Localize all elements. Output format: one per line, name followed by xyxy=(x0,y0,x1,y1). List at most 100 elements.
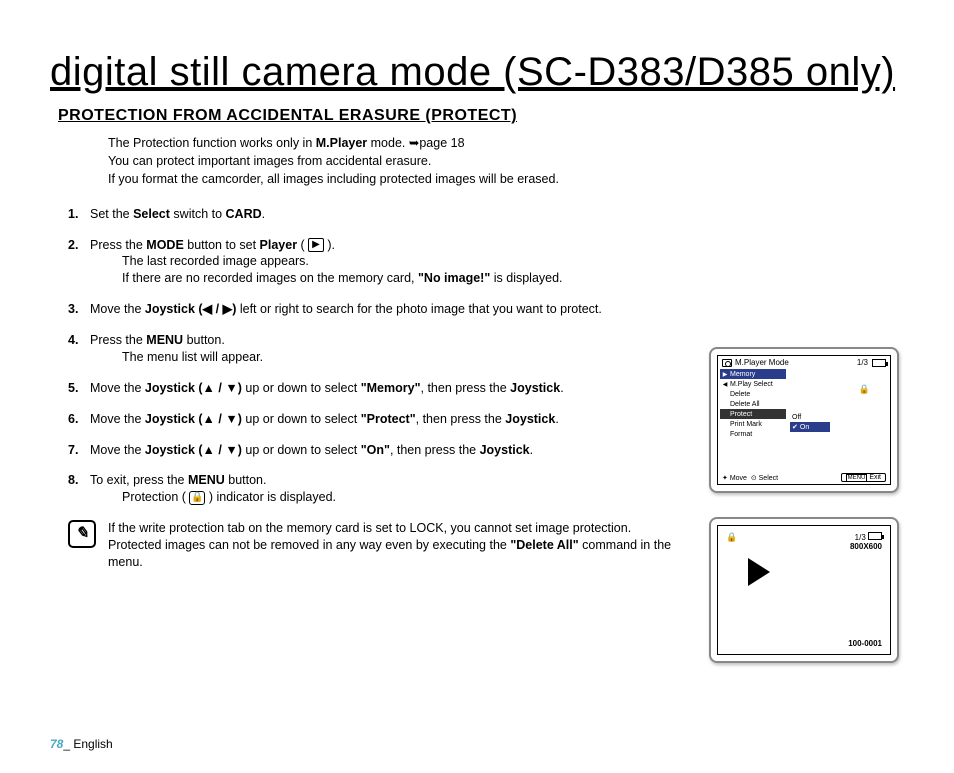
t: Protection ( xyxy=(122,490,189,504)
t: On xyxy=(800,424,809,431)
intro-l1c: mode. xyxy=(367,136,409,150)
t: ( xyxy=(297,238,308,252)
step-4-sub: The menu list will appear. xyxy=(90,349,689,366)
t: Protect xyxy=(730,411,752,418)
page-footer: 78_ English xyxy=(50,737,113,751)
t: button. xyxy=(225,473,267,487)
t: up or down to select xyxy=(242,381,361,395)
menu-item-protect: Protect xyxy=(720,409,786,419)
note-l2: Protected images can not be removed in a… xyxy=(108,537,689,571)
footer-sep: _ xyxy=(63,737,73,751)
lcd-menu-figure: M.Player Mode 1/3 ▶Memory ◀M.Play Select… xyxy=(709,347,899,493)
t: ) indicator is displayed. xyxy=(205,490,336,504)
t: MENU xyxy=(188,473,225,487)
t: Off xyxy=(792,414,801,421)
page-number: 78 xyxy=(50,737,63,751)
t: "No image!" xyxy=(418,271,490,285)
t: CARD xyxy=(226,207,262,221)
section-heading: PROTECTION FROM ACCIDENTAL ERASURE (PROT… xyxy=(50,107,909,125)
footer-lang: English xyxy=(73,737,112,751)
t: . xyxy=(530,443,533,457)
submenu-on: ✔On xyxy=(790,422,830,432)
menu-item-printmark: Print Mark xyxy=(720,419,786,429)
menu-item-deleteall: Delete All xyxy=(720,399,786,409)
menu-item-delete: Delete xyxy=(720,389,786,399)
t: button to set xyxy=(184,238,260,252)
intro-l1a: The Protection function works only in xyxy=(108,136,316,150)
t: Move the xyxy=(90,302,145,316)
step-3: Move the Joystick (◀ / ▶) left or right … xyxy=(68,301,689,318)
lcd1-title: M.Player Mode xyxy=(735,358,789,367)
lcd2-file: 100-0001 xyxy=(848,639,882,648)
t: ). xyxy=(324,238,335,252)
t: Format xyxy=(730,431,752,438)
steps-list: Set the Select switch to CARD. Press the… xyxy=(68,206,689,507)
t: To exit, press the xyxy=(90,473,188,487)
t: Joystick (▲ / ▼) xyxy=(145,443,242,457)
t: "Memory" xyxy=(361,381,421,395)
intro-l3: If you format the camcorder, all images … xyxy=(108,171,689,188)
t: , then press the xyxy=(390,443,480,457)
t: M.Play Select xyxy=(730,381,773,388)
t: "On" xyxy=(361,443,390,457)
t: switch to xyxy=(170,207,226,221)
t: . xyxy=(560,381,563,395)
step-6: Move the Joystick (▲ / ▼) up or down to … xyxy=(68,411,689,428)
t: left or right to search for the photo im… xyxy=(236,302,601,316)
t: Exit xyxy=(869,474,881,481)
t: Press the xyxy=(90,333,146,347)
play-arrow-icon xyxy=(748,558,770,586)
intro-ref: ➥page 18 xyxy=(409,136,465,150)
lock-icon: 🔒 xyxy=(726,532,737,551)
t: MENU xyxy=(146,333,183,347)
lcd-playback-figure: 🔒 1/3 800X600 100-0001 xyxy=(709,517,899,663)
check-icon: ✔ xyxy=(792,423,798,431)
t: Joystick (◀ / ▶) xyxy=(145,302,236,316)
t: up or down to select xyxy=(242,412,361,426)
battery-icon xyxy=(872,359,886,367)
t: "Delete All" xyxy=(510,538,578,552)
t: Select xyxy=(133,207,170,221)
lcd2-counter: 1/3 xyxy=(855,533,866,542)
t: is displayed. xyxy=(490,271,562,285)
t: Memory xyxy=(730,371,755,378)
menu-list: ▶Memory ◀M.Play Select Delete Delete All… xyxy=(718,369,786,439)
t: Move xyxy=(730,475,747,482)
note-icon: ✎ xyxy=(68,520,96,548)
note-l1: If the write protection tab on the memor… xyxy=(108,520,689,537)
battery-icon xyxy=(868,532,882,540)
lcd2-res: 800X600 xyxy=(850,542,882,551)
t: MENU xyxy=(846,474,868,482)
camera-icon xyxy=(722,359,732,367)
step-4: Press the MENU button. The menu list wil… xyxy=(68,332,689,366)
t: Protected images can not be removed in a… xyxy=(108,538,510,552)
t: up or down to select xyxy=(242,443,361,457)
intro-block: The Protection function works only in M.… xyxy=(108,135,689,188)
menu-item-memory: ▶Memory xyxy=(720,369,786,379)
submenu-off: Off xyxy=(790,412,830,422)
step-7: Move the Joystick (▲ / ▼) up or down to … xyxy=(68,442,689,459)
menu-item-mplay: ◀M.Play Select xyxy=(720,379,786,389)
t: Select xyxy=(759,475,778,482)
t: Player xyxy=(260,238,298,252)
menu-exit-button: MENUExit xyxy=(841,473,886,482)
t: Move the xyxy=(90,443,145,457)
t: MODE xyxy=(146,238,184,252)
step-8-sub: Protection ( 🔒 ) indicator is displayed. xyxy=(90,489,689,506)
note-block: ✎ If the write protection tab on the mem… xyxy=(68,520,689,571)
submenu: Off ✔On xyxy=(790,412,830,432)
t: Set the xyxy=(90,207,133,221)
t: Joystick xyxy=(510,381,560,395)
t: Move the xyxy=(90,412,145,426)
t: Joystick xyxy=(505,412,555,426)
step-2: Press the MODE button to set Player ( ▶ … xyxy=(68,237,689,288)
menu-item-format: Format xyxy=(720,429,786,439)
t: Press the xyxy=(90,238,146,252)
t: . xyxy=(262,207,265,221)
t: "Protect" xyxy=(361,412,416,426)
intro-l1b: M.Player xyxy=(316,136,367,150)
intro-l2: You can protect important images from ac… xyxy=(108,153,689,170)
t: , then press the xyxy=(421,381,511,395)
t: Joystick (▲ / ▼) xyxy=(145,381,242,395)
t: Delete xyxy=(730,391,750,398)
